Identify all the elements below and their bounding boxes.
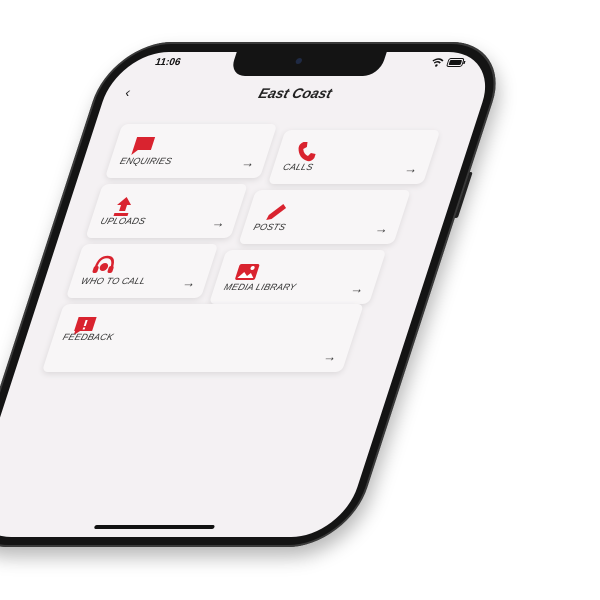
arrow-icon: → xyxy=(348,281,367,296)
tile-feedback[interactable]: FEEDBACK → xyxy=(41,304,364,372)
arrow-icon: → xyxy=(239,155,258,170)
arrow-icon: → xyxy=(321,349,340,364)
tile-uploads[interactable]: UPLOADS → xyxy=(85,184,248,238)
image-icon xyxy=(231,260,263,284)
tile-posts[interactable]: POSTS → xyxy=(238,190,411,244)
battery-icon xyxy=(446,58,467,67)
arrow-icon: → xyxy=(180,275,199,290)
arrow-icon: → xyxy=(372,221,391,236)
tile-label: FEEDBACK xyxy=(61,332,115,342)
home-indicator[interactable] xyxy=(93,525,216,529)
phone-icon xyxy=(290,140,322,164)
tile-label: CALLS xyxy=(281,162,315,172)
support-icon xyxy=(88,254,120,278)
status-icons xyxy=(430,58,467,67)
notch xyxy=(228,52,388,76)
phone-frame: 11:06 ‹ East Coast ENQUIRIES → CALLS → U… xyxy=(0,42,513,547)
camera xyxy=(294,58,303,64)
tile-label: ENQUIRIES xyxy=(118,156,174,166)
message-icon xyxy=(127,134,159,158)
app-header: ‹ East Coast xyxy=(99,82,489,112)
phone-mockup: 11:06 ‹ East Coast ENQUIRIES → CALLS → U… xyxy=(0,42,513,552)
tile-who-to-call[interactable]: WHO TO CALL → xyxy=(65,244,219,298)
arrow-icon: → xyxy=(209,215,228,230)
phone-screen: 11:06 ‹ East Coast ENQUIRIES → CALLS → U… xyxy=(0,52,499,537)
pencil-icon xyxy=(261,200,293,224)
page-title: East Coast xyxy=(256,85,335,101)
tile-label: POSTS xyxy=(252,222,288,232)
tile-enquiries[interactable]: ENQUIRIES → xyxy=(104,124,278,178)
tile-label: MEDIA LIBRARY xyxy=(222,282,298,292)
tile-calls[interactable]: CALLS → xyxy=(267,130,441,184)
status-time: 11:06 xyxy=(153,57,183,68)
tile-label: UPLOADS xyxy=(99,216,147,226)
arrow-icon: → xyxy=(402,161,421,176)
tile-label: WHO TO CALL xyxy=(79,276,148,286)
wifi-icon xyxy=(430,58,445,67)
upload-icon xyxy=(108,194,140,218)
tile-media-library[interactable]: MEDIA LIBRARY → xyxy=(208,250,387,304)
